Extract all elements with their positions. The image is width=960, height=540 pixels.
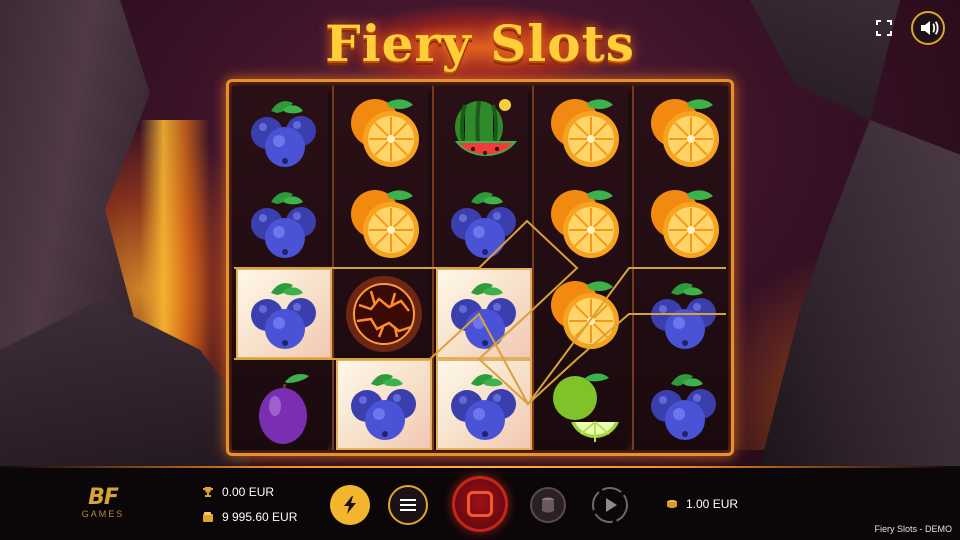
symbol-orange [536, 86, 632, 177]
menu-button[interactable] [388, 485, 428, 525]
symbol-lime [536, 359, 632, 450]
balance-amount: 9 995.60 EUR [222, 510, 298, 524]
symbol-orange [636, 86, 732, 177]
trophy-icon [203, 487, 213, 497]
logo-mark: BF [88, 485, 119, 510]
coin-stack-icon [542, 497, 554, 513]
blueberry-icon [451, 373, 516, 440]
play-icon [592, 487, 628, 523]
bet-amount: 1.00 EUR [686, 497, 739, 511]
win-amount: 0.00 EUR [222, 485, 275, 499]
lime-icon [553, 373, 619, 442]
blueberry-icon [251, 100, 316, 167]
orange-icon [651, 189, 719, 258]
symbol-orange [336, 177, 432, 268]
spin-button[interactable] [452, 476, 508, 532]
bet-stat[interactable]: 1.00 EUR [666, 497, 738, 511]
orange-icon [651, 98, 719, 167]
plum-icon [259, 373, 309, 444]
symbol-blueberry [236, 86, 332, 177]
symbol-blueberry [636, 268, 732, 359]
balance-stat: 9 995.60 EUR [202, 510, 297, 524]
blueberry-icon [251, 191, 316, 258]
sound-button[interactable] [911, 11, 945, 45]
symbol-blueberry [236, 177, 332, 268]
coins-button[interactable] [530, 487, 566, 523]
watermelon-icon [455, 98, 517, 156]
symbol-blueberry [336, 359, 432, 450]
symbol-blueberry [436, 268, 532, 359]
blueberry-icon [651, 282, 716, 349]
blueberry-icon [451, 282, 516, 349]
lightning-icon [344, 496, 356, 514]
fullscreen-icon[interactable] [872, 16, 896, 40]
symbol-blueberry [436, 359, 532, 450]
logo-sub: GAMES [81, 509, 125, 519]
win-stat: 0.00 EUR [202, 485, 274, 499]
symbol-orange [636, 177, 732, 268]
orange-icon [351, 98, 419, 167]
wallet-icon [203, 512, 213, 522]
game-title: Fiery Slots [300, 6, 660, 82]
orange-icon [551, 98, 619, 167]
blueberry-icon [251, 282, 316, 349]
symbol-fireball [336, 268, 432, 359]
symbol-blueberry [236, 268, 332, 359]
blueberry-icon [451, 191, 516, 258]
blueberry-icon [351, 373, 416, 440]
fireball-icon [346, 275, 422, 352]
turbo-button[interactable] [330, 485, 370, 525]
symbol-blueberry [636, 359, 732, 450]
blueberry-icon [651, 373, 716, 440]
symbol-watermelon [436, 86, 532, 177]
symbol-orange [336, 86, 432, 177]
footer-game-tag: Fiery Slots - DEMO [874, 524, 952, 534]
speaker-icon [921, 21, 939, 35]
symbol-blueberry [436, 177, 532, 268]
control-bar-glow-line [0, 466, 960, 468]
orange-icon [551, 280, 619, 349]
reels-area[interactable] [232, 86, 728, 450]
symbol-orange [536, 268, 632, 359]
orange-icon [551, 189, 619, 258]
bf-games-logo: BF GAMES [72, 487, 134, 521]
coin-icon [667, 500, 677, 508]
game-title-text: Fiery Slots [325, 14, 635, 73]
spin-square-icon [467, 491, 493, 517]
autoplay-button[interactable] [590, 485, 630, 525]
hamburger-icon [400, 499, 416, 511]
symbol-orange [536, 177, 632, 268]
symbol-plum [236, 359, 332, 450]
orange-icon [351, 189, 419, 258]
